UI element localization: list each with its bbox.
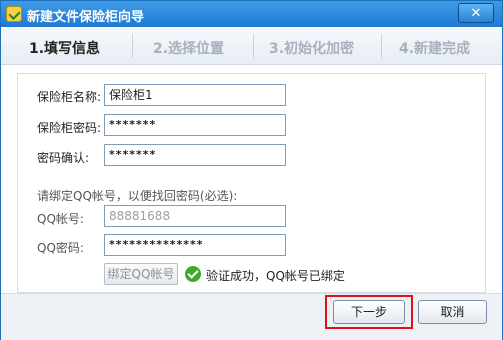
step-indicator: 1.填写信息 2.选择位置 3.初始化加密 4.新建完成 xyxy=(1,28,502,65)
confirm-password-input[interactable]: ******* xyxy=(104,144,286,166)
vault-shield-icon xyxy=(6,6,22,22)
window-title: 新建文件保险柜向导 xyxy=(27,10,145,25)
close-button[interactable]: ✕ xyxy=(458,3,494,23)
next-button[interactable]: 下一步 xyxy=(333,300,405,324)
verify-status-text: 验证成功，QQ帐号已绑定 xyxy=(206,269,345,283)
qq-password-label: QQ密码: xyxy=(37,241,84,255)
qq-account-input[interactable]: 88881688 xyxy=(104,205,286,227)
title-bar: 新建文件保险柜向导 ✕ xyxy=(1,1,502,27)
step-divider xyxy=(381,34,382,58)
step-divider xyxy=(253,34,254,58)
bind-qq-prompt: 请绑定QQ帐号，以便找回密码(必选): xyxy=(37,189,238,203)
qq-account-label: QQ帐号: xyxy=(37,212,84,226)
step-1: 1.填写信息 xyxy=(29,41,101,57)
wizard-window: 新建文件保险柜向导 ✕ 1.填写信息 2.选择位置 3.初始化加密 4.新建完成… xyxy=(0,0,503,340)
qq-password-input[interactable]: ************** xyxy=(104,234,286,256)
vault-password-label: 保险柜密码: xyxy=(37,121,102,135)
step-2: 2.选择位置 xyxy=(153,41,225,57)
vault-password-input[interactable]: ******* xyxy=(104,114,286,136)
vault-name-label: 保险柜名称: xyxy=(37,90,102,104)
cancel-button[interactable]: 取消 xyxy=(418,300,487,324)
vault-name-input[interactable]: 保险柜1 xyxy=(104,84,286,106)
check-circle-icon xyxy=(185,266,201,282)
step-4: 4.新建完成 xyxy=(399,41,471,57)
form-panel xyxy=(17,73,486,293)
step-divider xyxy=(132,34,133,58)
confirm-password-label: 密码确认: xyxy=(37,151,90,165)
bind-qq-button[interactable]: 绑定QQ帐号 xyxy=(104,263,178,285)
step-3: 3.初始化加密 xyxy=(269,41,355,57)
